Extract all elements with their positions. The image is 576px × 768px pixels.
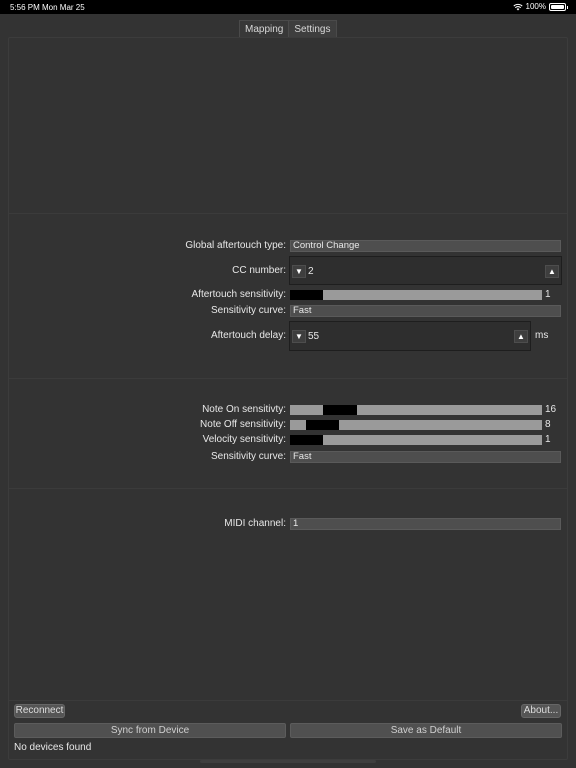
note-on-sensitivity-slider[interactable] xyxy=(290,405,542,415)
slider-handle[interactable] xyxy=(290,290,323,300)
cc-number-label: CC number: xyxy=(232,265,286,276)
save-as-default-button[interactable]: Save as Default xyxy=(290,723,562,738)
midi-channel-label: MIDI channel: xyxy=(224,518,286,529)
sensitivity-curve-label: Sensitivity curve: xyxy=(210,305,286,316)
aftertouch-delay-stepper[interactable]: ▼ 55 ▲ xyxy=(289,321,531,351)
cc-increment-button[interactable]: ▲ xyxy=(545,265,559,278)
midi-channel-select[interactable]: 1 xyxy=(290,518,561,530)
aftertouch-type-select[interactable]: Control Change xyxy=(290,240,561,252)
wifi-icon xyxy=(512,3,523,10)
delay-increment-button[interactable]: ▲ xyxy=(514,330,528,343)
aftertouch-delay-label: Aftertouch delay: xyxy=(210,330,286,341)
delay-decrement-button[interactable]: ▼ xyxy=(292,330,306,343)
tab-mapping[interactable]: Mapping xyxy=(240,21,289,38)
battery-percent: 100% xyxy=(525,2,546,11)
sensitivity-curve-select[interactable]: Fast xyxy=(290,305,561,317)
status-date: Mon Mar 25 xyxy=(42,3,85,12)
settings-panel xyxy=(8,37,568,760)
battery-icon xyxy=(549,2,568,11)
velocity-sensitivity-slider[interactable] xyxy=(290,435,542,445)
aftertouch-sensitivity-label: Aftertouch sensitivity: xyxy=(191,289,286,300)
cc-decrement-button[interactable]: ▼ xyxy=(292,265,306,278)
slider-handle[interactable] xyxy=(306,420,339,430)
status-right: 100% xyxy=(512,2,568,11)
tab-bar: Mapping Settings xyxy=(239,20,337,38)
slider-handle[interactable] xyxy=(323,405,357,415)
note-on-sensitivity-value: 16 xyxy=(545,404,557,415)
velocity-sensitivity-label: Velocity sensitivity: xyxy=(202,434,286,445)
aftertouch-type-label: Global aftertouch type: xyxy=(185,240,286,251)
cc-number-value: 2 xyxy=(308,266,314,277)
note-off-sensitivity-label: Note Off sensitivity: xyxy=(200,419,286,430)
slider-handle[interactable] xyxy=(290,435,323,445)
status-time: 5:56 PM xyxy=(10,3,40,12)
note-on-sensitivity-label: Note On sensitivty: xyxy=(202,404,286,415)
velocity-sensitivity-value: 1 xyxy=(545,434,551,445)
separator xyxy=(9,488,567,489)
delay-unit: ms xyxy=(535,330,549,341)
about-button[interactable]: About... xyxy=(521,704,561,718)
note-off-sensitivity-value: 8 xyxy=(545,419,551,430)
separator xyxy=(9,700,567,701)
sync-from-device-button[interactable]: Sync from Device xyxy=(14,723,286,738)
tab-settings[interactable]: Settings xyxy=(288,21,336,38)
home-indicator xyxy=(200,760,376,763)
separator xyxy=(9,378,567,379)
velocity-curve-select[interactable]: Fast xyxy=(290,451,561,463)
delay-value: 55 xyxy=(308,331,320,342)
velocity-curve-label: Sensitivity curve: xyxy=(210,451,286,462)
aftertouch-sensitivity-value: 1 xyxy=(545,289,551,300)
cc-number-stepper[interactable]: ▼ 2 ▲ xyxy=(289,256,562,285)
note-off-sensitivity-slider[interactable] xyxy=(290,420,542,430)
aftertouch-sensitivity-slider[interactable] xyxy=(290,290,542,300)
device-status-text: No devices found xyxy=(14,742,92,753)
reconnect-button[interactable]: Reconnect xyxy=(14,704,65,718)
separator xyxy=(9,213,567,214)
status-bar: 5:56 PM Mon Mar 25 100% xyxy=(0,0,576,14)
